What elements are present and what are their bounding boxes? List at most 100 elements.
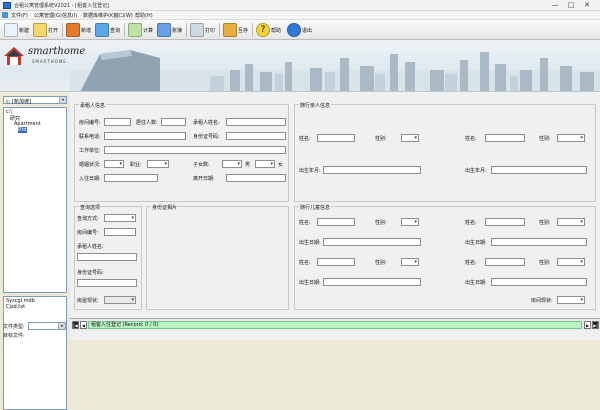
toolbar-query-button[interactable]: 查询 [95,22,120,38]
menu-info[interactable]: 信息(I) [62,12,77,19]
child3-birth-input[interactable] [323,278,421,286]
query-status-select[interactable] [104,296,136,304]
companion2-gender-select[interactable] [557,134,585,142]
file-list[interactable]: Syscgl.mdb Cjsd.txt [3,296,67,410]
child3-gender-label: 性别: [375,260,387,266]
companion-birth-label: 出生年月: [299,168,321,174]
companion2-birth-label: 出生年月: [465,168,487,174]
occupants-label: 居住人数: [136,120,158,126]
query-room-input[interactable] [104,228,136,236]
query-method-select[interactable] [104,214,136,222]
menu-db-maintenance[interactable]: 数据库维护(K) [83,12,115,19]
room-no-input[interactable] [104,118,131,126]
child2-birth-input[interactable] [491,238,587,246]
query-id-input[interactable] [77,279,137,287]
tree-node-rtd[interactable]: Rtd [18,127,27,133]
toolbar-separator [219,23,220,37]
help-icon: ? [256,23,270,37]
first-record-icon[interactable]: |◀ [72,321,79,329]
companion2-birth-input[interactable] [491,166,587,174]
work-input[interactable] [104,146,286,154]
menu-app-icon[interactable] [2,12,8,18]
add-user-icon [66,23,80,37]
toolbar-label: 新建 [19,27,30,34]
marital-select[interactable] [104,160,124,168]
marital-label: 婚姻状况: [79,162,101,168]
file-type-select[interactable]: ▾ [28,322,66,330]
target-file-label: 目标文件: [3,333,25,339]
child3-name-label: 姓名: [299,260,311,266]
exchange-icon [223,23,237,37]
id-no-input[interactable] [226,132,286,140]
checkout-date-input[interactable] [226,174,286,182]
query-tenant-input[interactable] [77,253,137,261]
house-logo-icon [4,47,24,65]
toolbar-calc-button[interactable]: 计算 [128,22,153,38]
toolbar-exchange-button[interactable]: 互存 [223,22,248,38]
children-count-select[interactable] [222,160,242,168]
child4-gender-select[interactable] [557,258,585,266]
child1-gender-select[interactable] [401,218,419,226]
toolbar-ledger-button[interactable]: 账簿 [157,22,182,38]
child3-gender-select[interactable] [401,258,419,266]
job-select[interactable] [147,160,169,168]
checkin-label: 入住日期: [79,176,101,182]
room-status-select[interactable] [557,296,585,304]
folder-tree[interactable]: c:\ 研究 Apartment Rtd [3,107,67,293]
child3-name-input[interactable] [317,258,355,266]
query-room-label: 房间编号: [77,230,99,236]
phone-input[interactable] [104,132,186,140]
toolbar-new-button[interactable]: 新建 [4,22,29,38]
toolbar-print-button[interactable]: 打印 [190,22,215,38]
ledger-icon [157,23,171,37]
companion-gender-select[interactable] [401,134,419,142]
app-icon [3,2,11,9]
id-no-label: 身份证号码: [193,134,220,140]
companion-gender-label: 性别: [375,136,387,142]
male-count-select[interactable] [255,160,275,168]
checkin-date-input[interactable] [104,174,158,182]
occupants-input[interactable] [161,118,186,126]
child4-name-input[interactable] [485,258,525,266]
prev-record-icon[interactable]: ◀ [80,321,87,329]
companion-birth-input[interactable] [323,166,421,174]
query-status-label: 房屋现状: [77,298,99,304]
toolbar-exit-button[interactable]: 退出 [287,22,312,38]
toolbar-separator [186,23,187,37]
drive-select[interactable]: c: [新加坡] ▾ [3,96,67,105]
toolbar-label: 退出 [302,27,313,34]
banner: smarthome SMARTHOME [0,40,600,92]
toolbar-separator [252,23,253,37]
child1-birth-input[interactable] [323,238,421,246]
next-record-icon[interactable]: ▶ [584,321,591,329]
job-label: 职业: [130,162,142,168]
tenant-name-input[interactable] [226,118,286,126]
companion2-name-input[interactable] [485,134,525,142]
toolbar-add-button[interactable]: 新增 [66,22,91,38]
new-doc-icon [4,23,18,37]
file-type-label: 文件类型: [3,324,25,330]
child1-name-input[interactable] [317,218,355,226]
companion-name-input[interactable] [317,134,355,142]
child4-birth-input[interactable] [491,278,587,286]
menu-window[interactable]: 窗口(W) [114,12,133,19]
last-record-icon[interactable]: ▶| [592,321,599,329]
open-folder-icon [33,23,47,37]
file-item[interactable]: Cjsd.txt [6,304,25,310]
query-method-label: 查询方式: [77,216,99,222]
child1-birth-label: 出生日期: [299,240,321,246]
child2-name-input[interactable] [485,218,525,226]
menu-apartment[interactable]: 公寓管理(G) [34,12,62,19]
close-button[interactable]: ✕ [580,1,594,10]
toolbar-label: 账簿 [172,27,183,34]
menu-help[interactable]: 帮助(H) [135,12,153,19]
menu-file[interactable]: 文件(F) [11,12,28,19]
toolbar-label: 帮助 [271,27,282,34]
toolbar-help-button[interactable]: ? 帮助 [256,22,281,38]
children-info-group: 随行儿童信息 姓名: 性别: 姓名: 性别: 出生日期: 出生日期: 姓名: 性… [294,204,596,310]
toolbar-open-button[interactable]: 打开 [33,22,58,38]
child2-gender-select[interactable] [557,218,585,226]
minimize-button[interactable]: — [548,1,562,10]
maximize-button[interactable]: □ [564,1,578,10]
group-title: 承租人信息 [79,102,107,109]
